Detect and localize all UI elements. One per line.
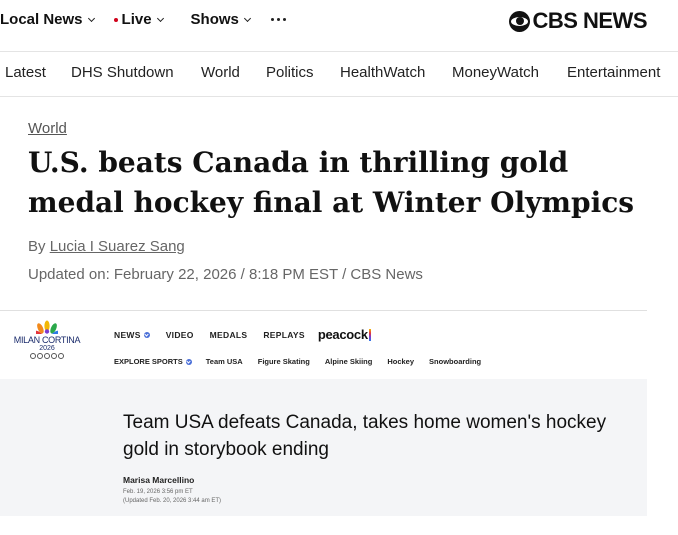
brand-name: CBS NEWS <box>532 8 647 33</box>
chevron-down-icon <box>243 14 251 22</box>
chevron-down-icon <box>185 358 192 365</box>
nav-link-latest[interactable]: Latest <box>5 64 46 81</box>
chevron-down-icon <box>156 14 164 22</box>
embed-primary-nav: NEWS VIDEO MEDALS REPLAYS peacock <box>114 327 371 342</box>
live-indicator-icon <box>113 17 118 22</box>
embed-nav-figure-skating[interactable]: Figure Skating <box>258 357 310 366</box>
updated-timestamp: Updated on: February 22, 2026 / 8:18 PM … <box>28 266 423 283</box>
nav-link-dhs-shutdown[interactable]: DHS Shutdown <box>71 64 174 81</box>
local-news-label: Local News <box>0 11 83 28</box>
nav-link-politics[interactable]: Politics <box>266 64 314 81</box>
embed-nav-team-usa[interactable]: Team USA <box>206 357 243 366</box>
logo-name: MILAN CORTINA <box>13 335 81 345</box>
embed-nav-news-label: NEWS <box>114 329 141 340</box>
embed-nav-snowboarding[interactable]: Snowboarding <box>429 357 481 366</box>
peacock-logo[interactable]: peacock <box>318 327 371 342</box>
logo-year: 2026 <box>39 345 55 352</box>
top-bar: Local News Live Shows CBS NEWS <box>0 0 678 52</box>
cbs-eye-icon <box>509 10 531 32</box>
byline-prefix: By <box>28 238 50 255</box>
embed-nav-alpine-skiing[interactable]: Alpine Skiing <box>325 357 373 366</box>
chevron-down-icon <box>87 14 95 22</box>
shows-menu[interactable]: Shows <box>190 11 251 28</box>
byline: By Lucia I Suarez Sang <box>28 238 185 255</box>
embedded-screenshot: MILAN CORTINA 2026 NEWS VIDEO MEDALS REP… <box>0 310 647 516</box>
headline: U.S. beats Canada in thrilling gold meda… <box>28 146 635 219</box>
embed-header: MILAN CORTINA 2026 NEWS VIDEO MEDALS REP… <box>0 311 647 379</box>
embed-author: Marisa Marcellino <box>123 475 195 485</box>
chevron-down-icon <box>143 331 150 338</box>
top-nav: Local News Live Shows <box>0 11 286 28</box>
shows-label: Shows <box>190 11 239 28</box>
local-news-menu[interactable]: Local News <box>0 11 95 28</box>
live-label: Live <box>121 11 152 28</box>
embed-nav-news[interactable]: NEWS <box>114 330 150 340</box>
embed-explore-label: EXPLORE SPORTS <box>114 357 183 366</box>
category-link[interactable]: World <box>28 120 67 137</box>
live-menu[interactable]: Live <box>113 11 164 28</box>
embed-headline: Team USA defeats Canada, takes home wome… <box>123 412 607 460</box>
embed-nav-video[interactable]: VIDEO <box>166 330 194 340</box>
embed-date: Feb. 19, 2026 3:56 pm ET <box>123 489 193 495</box>
more-menu-icon[interactable] <box>270 18 286 21</box>
cbs-news-logo[interactable]: CBS NEWS <box>509 8 647 34</box>
peacock-label: peacock <box>317 327 368 342</box>
nav-link-moneywatch[interactable]: MoneyWatch <box>452 64 539 81</box>
nav-link-healthwatch[interactable]: HealthWatch <box>340 64 425 81</box>
peacock-mark-icon <box>368 328 371 341</box>
olympic-rings-icon <box>6 353 88 359</box>
author-link[interactable]: Lucia I Suarez Sang <box>50 238 185 255</box>
nav-link-entertainment[interactable]: Entertainment <box>567 64 660 81</box>
embed-updated-date: (Updated Feb. 20, 2026 3:44 am ET) <box>123 498 222 504</box>
embed-secondary-nav: EXPLORE SPORTS Team USA Figure Skating A… <box>114 357 496 366</box>
embed-nav-replays[interactable]: REPLAYS <box>263 330 304 340</box>
nav-link-world[interactable]: World <box>201 64 240 81</box>
milan-cortina-logo: MILAN CORTINA 2026 <box>6 320 88 359</box>
embed-nav-medals[interactable]: MEDALS <box>210 330 248 340</box>
embed-explore-sports[interactable]: EXPLORE SPORTS <box>114 357 192 366</box>
peacock-icon <box>36 320 58 334</box>
section-nav: Latest DHS Shutdown World Politics Healt… <box>0 52 678 97</box>
embed-nav-hockey[interactable]: Hockey <box>387 357 414 366</box>
